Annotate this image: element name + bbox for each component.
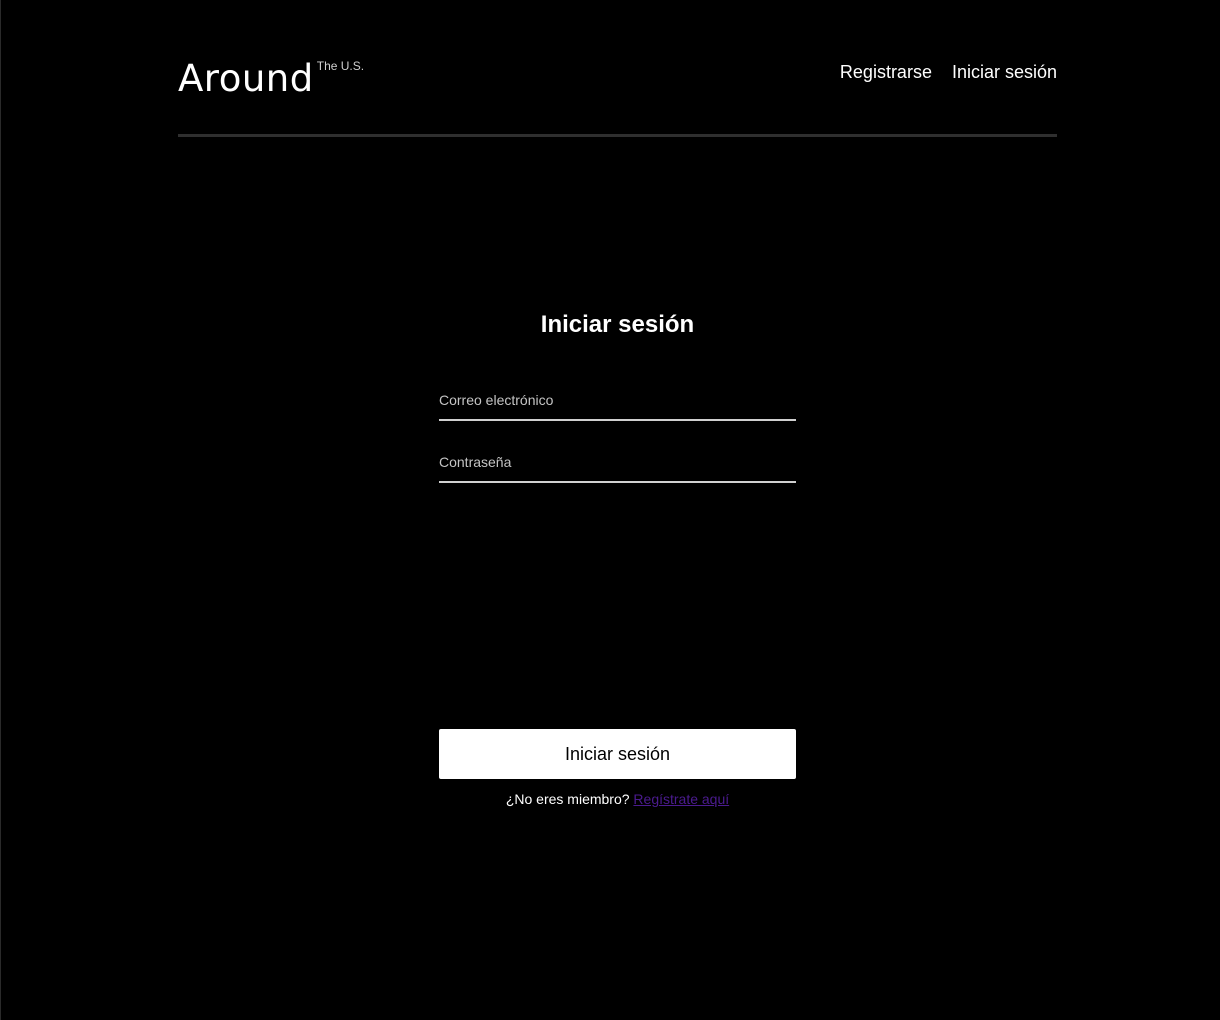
email-field[interactable]	[439, 387, 796, 421]
signup-prompt-text: ¿No eres miembro?	[505, 791, 630, 807]
login-submit-button[interactable]: Iniciar sesión	[439, 729, 796, 779]
nav-login-link[interactable]: Iniciar sesión	[952, 61, 1057, 83]
nav-register-link[interactable]: Registrarse	[840, 61, 932, 83]
page: Around The U.S. Registrarse Iniciar sesi…	[0, 0, 1220, 1020]
signup-link[interactable]: Regístrate aquí	[633, 791, 729, 807]
top-nav: Registrarse Iniciar sesión	[840, 61, 1057, 83]
logo[interactable]: Around The U.S.	[178, 57, 364, 101]
password-field[interactable]	[439, 449, 796, 483]
login-title: Iniciar sesión	[540, 311, 695, 338]
signup-prompt: ¿No eres miembro? Regístrate aquí	[439, 790, 796, 808]
logo-superscript: The U.S.	[316, 59, 365, 73]
header: Around The U.S. Registrarse Iniciar sesi…	[178, 0, 1057, 137]
logo-text: Around	[178, 57, 314, 100]
